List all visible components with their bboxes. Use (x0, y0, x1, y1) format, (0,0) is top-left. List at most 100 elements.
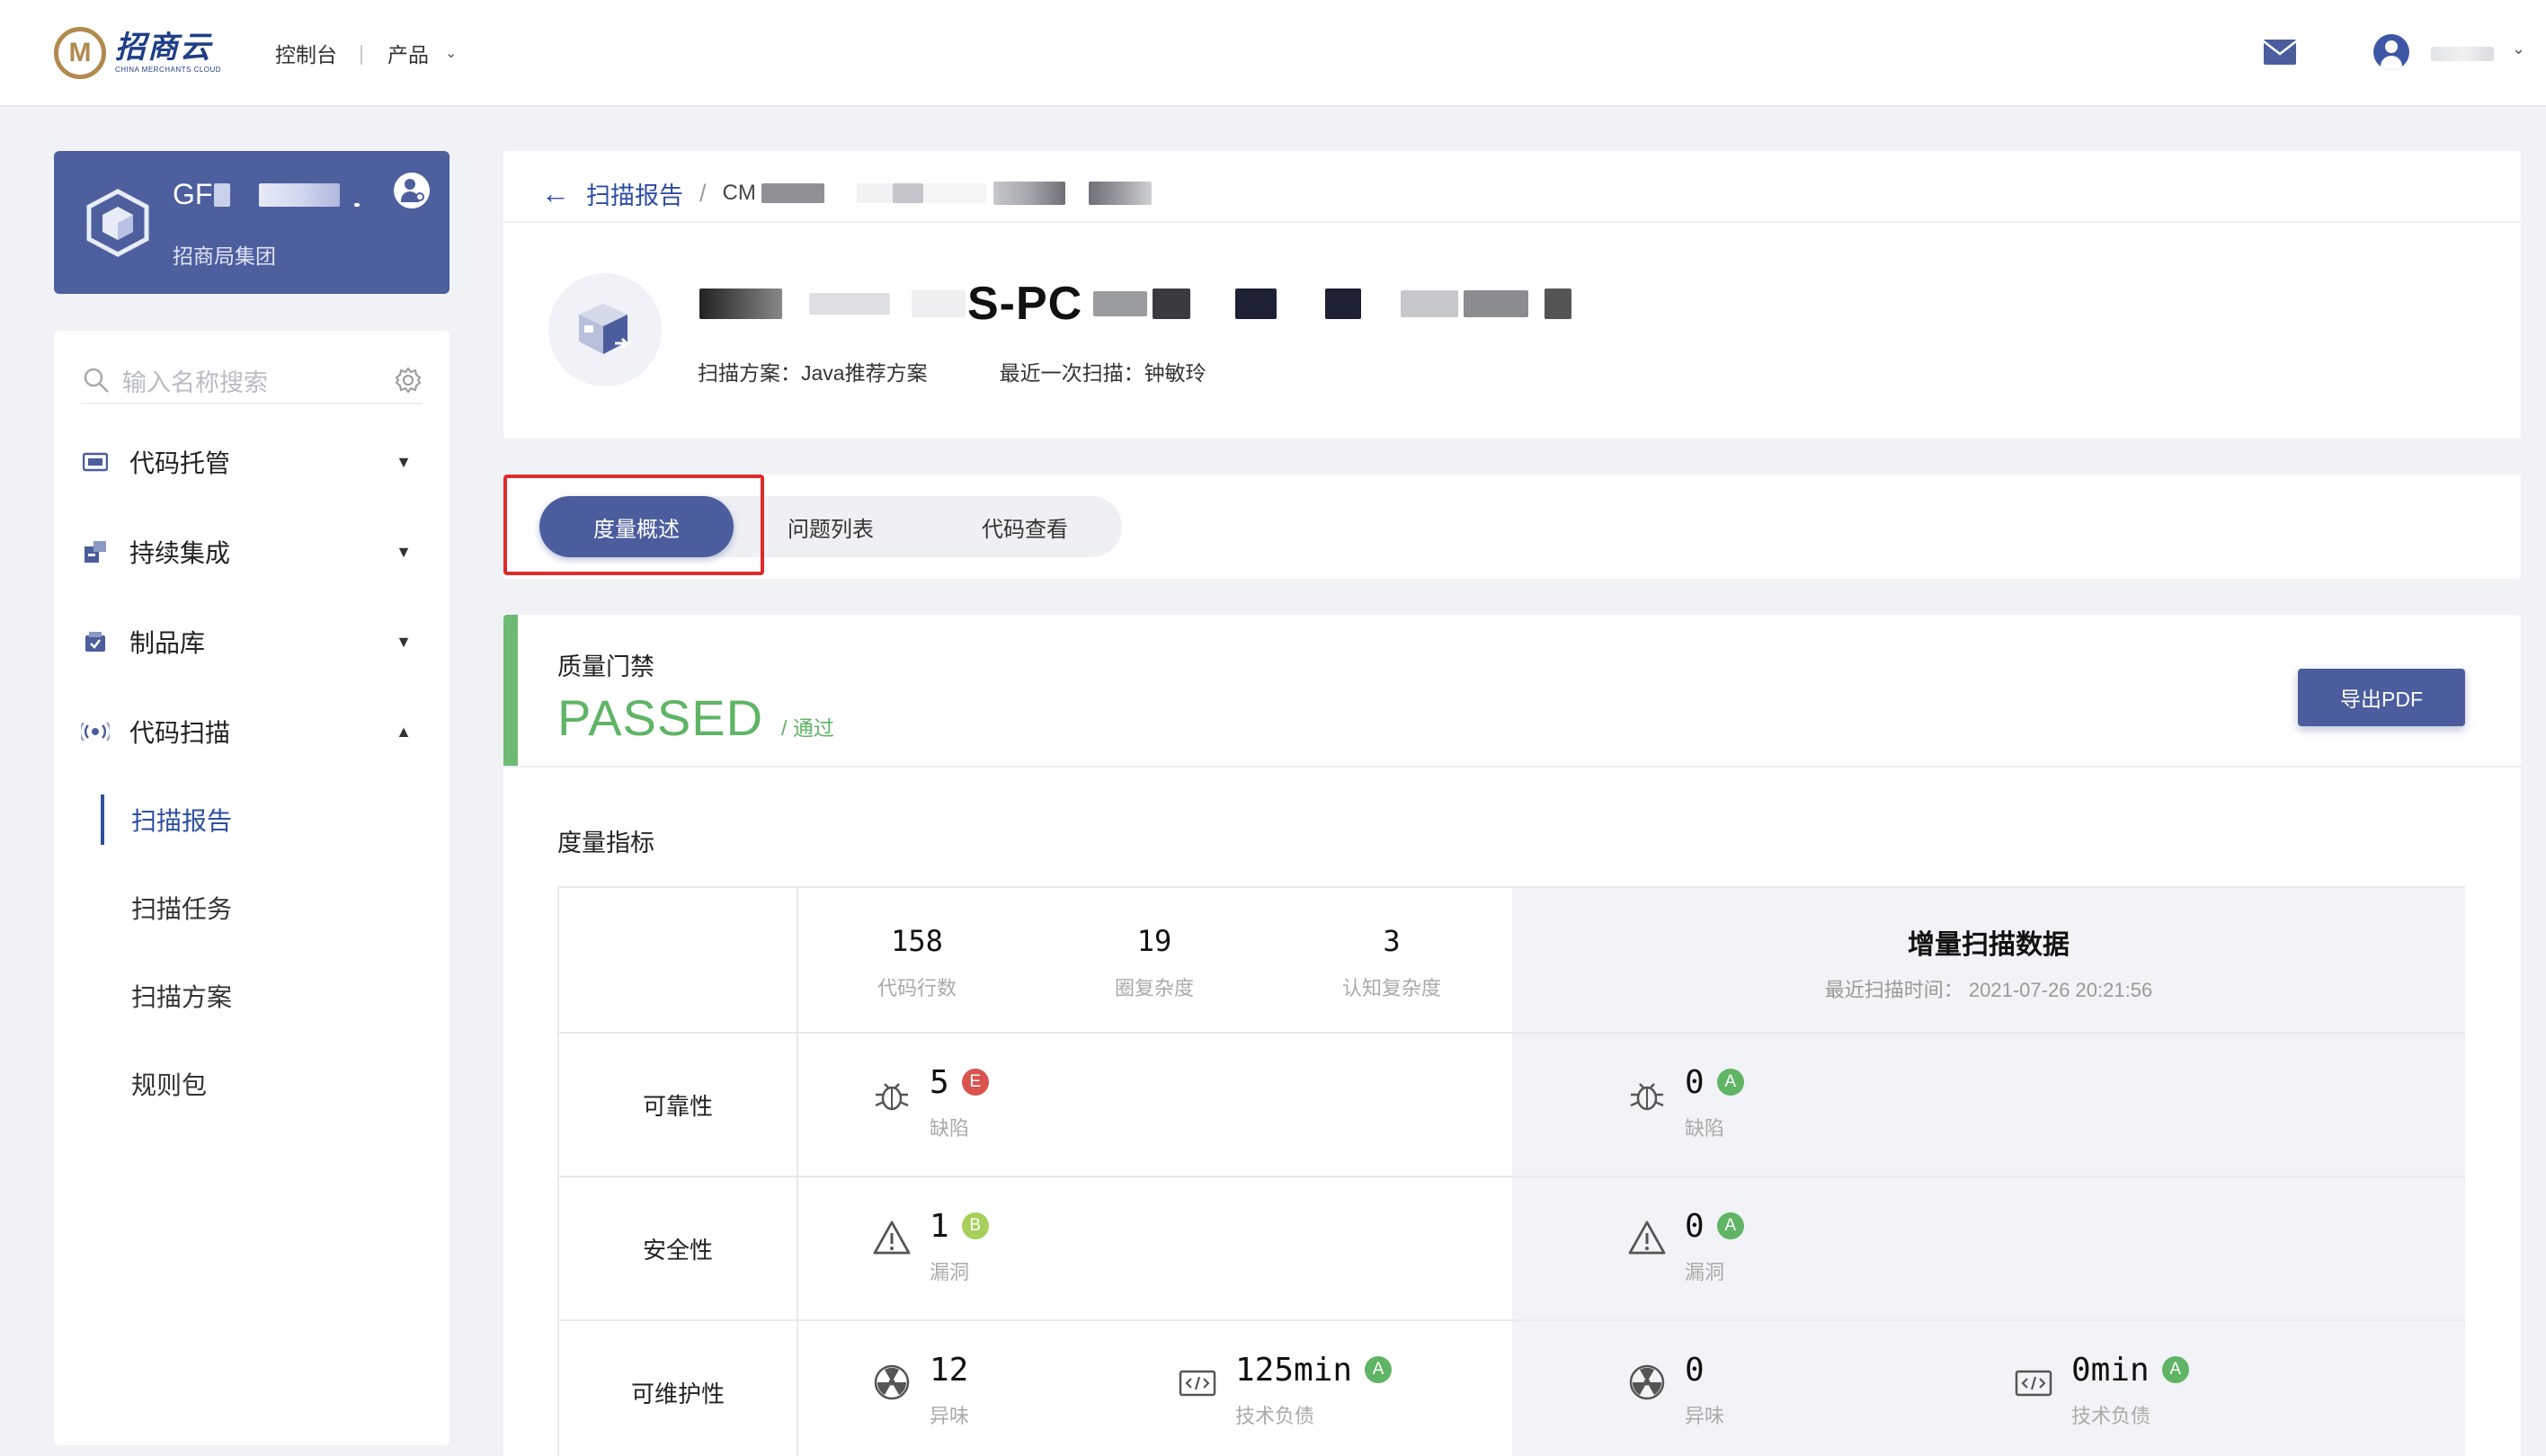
sidebar-subitem-scan-report[interactable]: 扫描报告 (131, 793, 401, 847)
cognitive-complexity-label: 认知复杂度 (1341, 977, 1441, 999)
gate-status: PASSED / 通过 (557, 688, 834, 747)
row-label-security: 安全性 (642, 1236, 713, 1264)
artifact-icon (81, 627, 110, 656)
top-bar: M 招商云 CHINA MERCHANTS CLOUD 控制台 | 产品 ⌄ ⌄ (0, 0, 2546, 107)
nav-separator: | (359, 40, 364, 65)
org-card[interactable]: GF 招商局集团 (54, 151, 450, 294)
org-subtitle: 招商局集团 (173, 244, 276, 268)
metric-reliability-bugs[interactable]: 5E 缺陷 (872, 1064, 989, 1141)
caret-down-icon: ▼ (396, 452, 412, 471)
org-name-text: GF (173, 178, 213, 210)
sidebar-item-code-scan[interactable]: 代码扫描 ▲ (81, 705, 423, 759)
cube-icon (86, 189, 149, 257)
grade-badge: A (1365, 1356, 1393, 1383)
logo-mark-icon: M (54, 27, 106, 79)
grade-badge: A (1716, 1069, 1744, 1096)
project-title-text: S-PC (967, 278, 1083, 330)
org-name: GF (173, 178, 361, 211)
sidebar-item-code-repo[interactable]: 代码托管 ▼ (81, 435, 423, 489)
warning-icon (1628, 1221, 1666, 1255)
caret-up-icon: ▲ (396, 722, 412, 741)
logo-subtext: CHINA MERCHANTS CLOUD (115, 66, 222, 74)
quality-gate-card: 质量门禁 PASSED / 通过 导出PDF 度量指标 158 代码行数 19 … (503, 615, 2521, 1456)
project-package-icon (548, 273, 662, 386)
lines-of-code-label: 代码行数 (877, 977, 957, 999)
lines-of-code-value: 158 (891, 924, 943, 958)
incremental-scan-time: 最近扫描时间： 2021-07-26 20:21:56 (1824, 979, 2153, 1001)
tab-code-view[interactable]: 代码查看 (928, 496, 1122, 557)
code-debt-icon (1179, 1370, 1216, 1397)
cyclomatic-complexity-value: 19 (1136, 924, 1172, 958)
scan-meta: 扫描方案：Java推荐方案 最近一次扫描：钟敏玲 (698, 356, 1206, 386)
breadcrumb-link[interactable]: 扫描报告 (586, 176, 683, 211)
caret-down-icon: ▼ (396, 542, 412, 561)
code-repo-icon (81, 448, 110, 476)
project-title: S-PC (699, 277, 1572, 331)
org-user-settings-icon[interactable] (394, 173, 430, 209)
gate-title: 质量门禁 (557, 653, 654, 680)
project-header: ← 扫描报告 / CM S-PC 扫描方案：Java推荐方案 最近一次扫描：钟敏… (503, 151, 2521, 439)
metric-maintainability-tech-debt[interactable]: 125min A 技术负债 (1178, 1352, 1393, 1429)
cyclomatic-complexity-label: 圈复杂度 (1114, 977, 1194, 999)
radiation-icon (1629, 1364, 1665, 1400)
search-input[interactable]: 输入名称搜索 (122, 363, 394, 398)
warning-icon (873, 1221, 911, 1255)
annotation-highlight-box (503, 475, 764, 575)
sidebar-subitem-scan-plan[interactable]: 扫描方案 (131, 969, 401, 1023)
metric-inc-maintainability-tech-debt[interactable]: 0min A 技术负债 (2014, 1352, 2189, 1429)
radiation-icon (874, 1364, 910, 1400)
search-icon (84, 368, 109, 393)
gear-icon[interactable] (394, 366, 423, 395)
bug-icon (875, 1083, 909, 1111)
last-scan: 最近一次扫描：钟敏玲 (999, 361, 1206, 385)
metric-inc-maintainability-smells[interactable]: 0 异味 (1627, 1352, 1724, 1429)
sidebar-subitem-scan-task[interactable]: 扫描任务 (131, 881, 401, 935)
nav-products[interactable]: 产品 (387, 38, 429, 68)
user-chevron-down-icon[interactable]: ⌄ (2512, 40, 2525, 58)
ci-icon (81, 537, 110, 566)
metrics-table: 158 代码行数 19 圈复杂度 3 认知复杂度 增量扫描数据 最近扫描时间： … (557, 886, 2465, 1456)
metric-inc-security-vulnerabilities[interactable]: 0A 漏洞 (1627, 1208, 1744, 1285)
chevron-down-icon[interactable]: ⌄ (445, 44, 457, 62)
app-root: M 招商云 CHINA MERCHANTS CLOUD 控制台 | 产品 ⌄ ⌄ (0, 0, 2546, 1456)
logo-text: 招商云 (115, 30, 212, 66)
sidebar-subitem-rule-pack[interactable]: 规则包 (131, 1057, 401, 1111)
grade-badge: A (1716, 1212, 1744, 1239)
gate-status-cn: / 通过 (781, 716, 834, 740)
breadcrumb-current: CM (722, 181, 756, 205)
export-pdf-button[interactable]: 导出PDF (2298, 669, 2465, 726)
row-label-maintainability: 可维护性 (630, 1380, 725, 1407)
metric-security-vulnerabilities[interactable]: 1B 漏洞 (872, 1208, 989, 1285)
grade-badge: B (961, 1212, 989, 1239)
metric-inc-reliability-bugs[interactable]: 0A 缺陷 (1627, 1064, 1744, 1141)
sidebar-item-ci[interactable]: 持续集成 ▼ (81, 525, 423, 579)
gate-status-bar (503, 615, 518, 766)
incremental-title: 增量扫描数据 (1908, 930, 2070, 960)
logo[interactable]: M 招商云 CHINA MERCHANTS CLOUD (54, 27, 221, 79)
row-label-reliability: 可靠性 (642, 1092, 713, 1120)
cognitive-complexity-value: 3 (1383, 924, 1401, 958)
tab-bar: 度量概述 问题列表 代码查看 (503, 475, 2521, 579)
code-debt-icon (2015, 1370, 2052, 1397)
caret-down-icon: ▼ (396, 632, 412, 651)
sidebar-menu: 输入名称搜索 代码托管 ▼ 持续集成 ▼ 制品库 ▼ 代码扫描 ▲ 扫描报告 扫… (54, 331, 450, 1445)
grade-badge: E (961, 1069, 989, 1096)
breadcrumb: ← 扫描报告 / CM (541, 171, 1152, 216)
sidebar-search[interactable]: 输入名称搜索 (81, 358, 423, 404)
top-nav: 控制台 | 产品 ⌄ (275, 38, 457, 68)
user-avatar-icon[interactable] (2373, 34, 2409, 70)
back-arrow-icon[interactable]: ← (541, 177, 570, 210)
active-indicator (101, 795, 104, 845)
user-name-redacted[interactable] (2431, 47, 2494, 61)
sidebar-item-artifacts[interactable]: 制品库 ▼ (81, 615, 423, 669)
gate-status-text: PASSED (557, 689, 764, 746)
breadcrumb-separator: / (699, 179, 707, 207)
metrics-title: 度量指标 (557, 830, 654, 857)
bug-icon (1630, 1083, 1664, 1111)
nav-console[interactable]: 控制台 (275, 38, 337, 68)
scan-plan: 扫描方案：Java推荐方案 (698, 361, 928, 385)
metric-maintainability-smells[interactable]: 12 异味 (872, 1352, 969, 1429)
scan-icon (81, 717, 110, 746)
grade-badge: A (2161, 1356, 2189, 1383)
mail-icon[interactable] (2264, 40, 2296, 65)
